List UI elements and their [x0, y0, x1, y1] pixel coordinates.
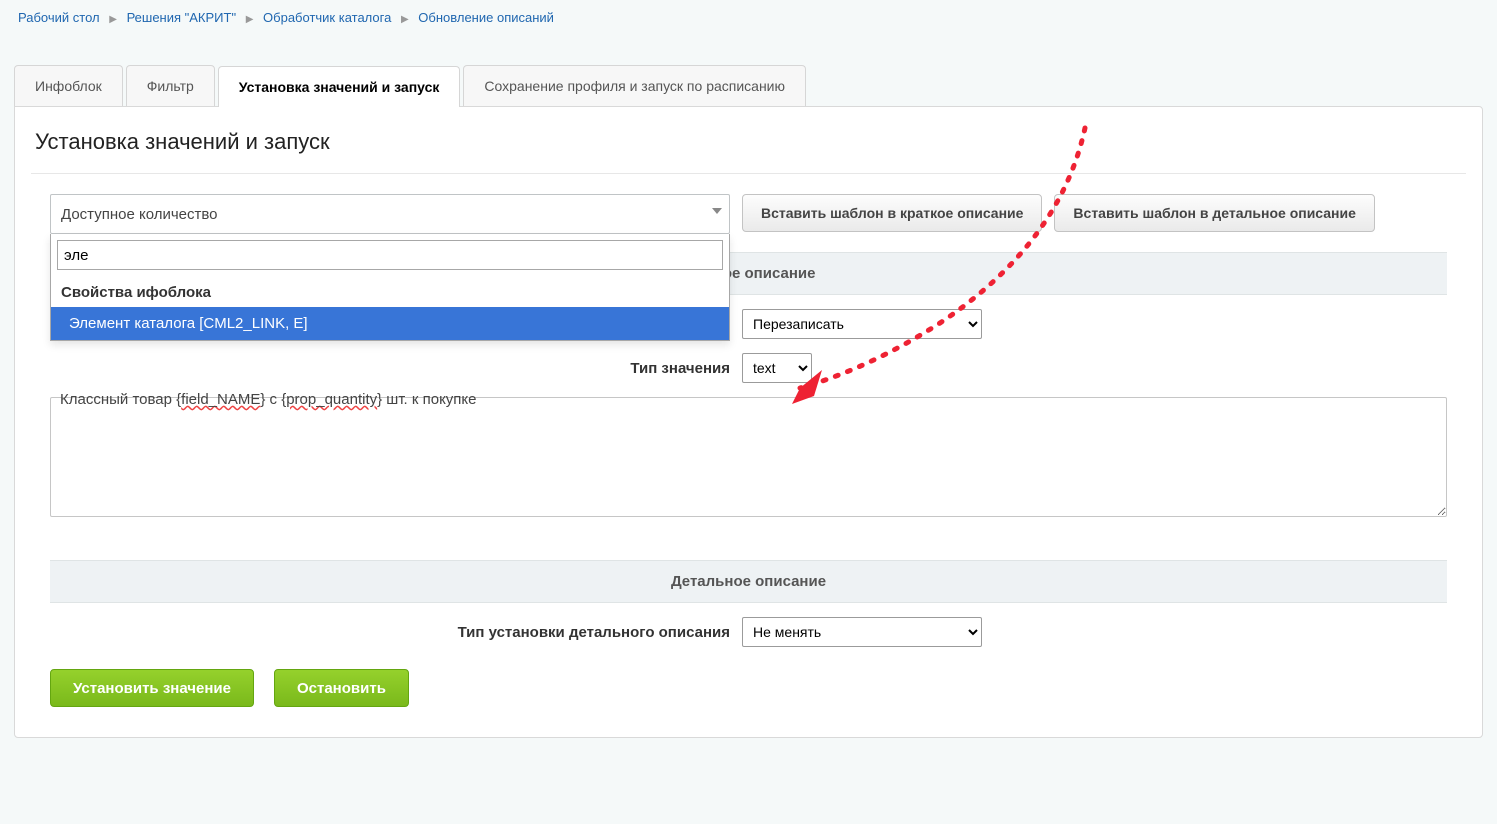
property-combo-input[interactable]: [50, 194, 730, 234]
breadcrumb-link[interactable]: Обработчик каталога: [263, 10, 391, 25]
chevron-right-icon: ▶: [246, 14, 254, 25]
dropdown-group-label: Свойства ифоблока: [51, 276, 729, 307]
dropdown-option[interactable]: Элемент каталога [CML2_LINK, E]: [51, 307, 729, 340]
chevron-right-icon: ▶: [401, 14, 409, 25]
action-buttons: Установить значение Остановить: [50, 669, 1447, 707]
breadcrumb-link[interactable]: Обновление описаний: [418, 10, 554, 25]
property-combo[interactable]: Свойства ифоблока Элемент каталога [CML2…: [50, 194, 730, 234]
overwrite-select[interactable]: Перезаписать: [742, 309, 982, 339]
tab-infoblock[interactable]: Инфоблок: [14, 65, 123, 106]
panel: Установка значений и запуск Свойства ифо…: [14, 106, 1483, 738]
tabs: Инфоблок Фильтр Установка значений и зап…: [0, 65, 1497, 106]
stop-button[interactable]: Остановить: [274, 669, 409, 707]
type-value-label: Тип значения: [50, 360, 730, 377]
content: Свойства ифоблока Элемент каталога [CML2…: [15, 194, 1482, 737]
panel-title: Установка значений и запуск: [15, 107, 1482, 173]
set-value-button[interactable]: Установить значение: [50, 669, 254, 707]
divider: [31, 173, 1466, 174]
chevron-down-icon: [712, 208, 722, 214]
type-value-row: Тип значения text: [50, 353, 1447, 383]
insert-short-button[interactable]: Вставить шаблон в краткое описание: [742, 194, 1042, 232]
type-detail-row: Тип установки детального описания Не мен…: [50, 617, 1447, 647]
type-detail-label: Тип установки детального описания: [50, 624, 730, 641]
type-detail-select[interactable]: Не менять: [742, 617, 982, 647]
short-desc-textarea-wrap: Классный товар {field_NAME} с {prop_quan…: [50, 383, 1447, 520]
top-row: Свойства ифоблока Элемент каталога [CML2…: [50, 194, 1447, 234]
chevron-right-icon: ▶: [109, 14, 117, 25]
breadcrumb: Рабочий стол ▶ Решения "АКРИТ" ▶ Обработ…: [0, 0, 1497, 35]
breadcrumb-link[interactable]: Рабочий стол: [18, 10, 100, 25]
breadcrumb-link[interactable]: Решения "АКРИТ": [127, 10, 237, 25]
insert-detail-button[interactable]: Вставить шаблон в детальное описание: [1054, 194, 1374, 232]
property-search-input[interactable]: [57, 240, 723, 270]
detail-desc-header: Детальное описание: [50, 560, 1447, 603]
short-desc-textarea[interactable]: [50, 397, 1447, 517]
type-value-select[interactable]: text: [742, 353, 812, 383]
tab-filter[interactable]: Фильтр: [126, 65, 215, 106]
property-dropdown: Свойства ифоблока Элемент каталога [CML2…: [50, 234, 730, 341]
tab-schedule[interactable]: Сохранение профиля и запуск по расписани…: [463, 65, 806, 106]
tab-setvalues[interactable]: Установка значений и запуск: [218, 66, 461, 107]
